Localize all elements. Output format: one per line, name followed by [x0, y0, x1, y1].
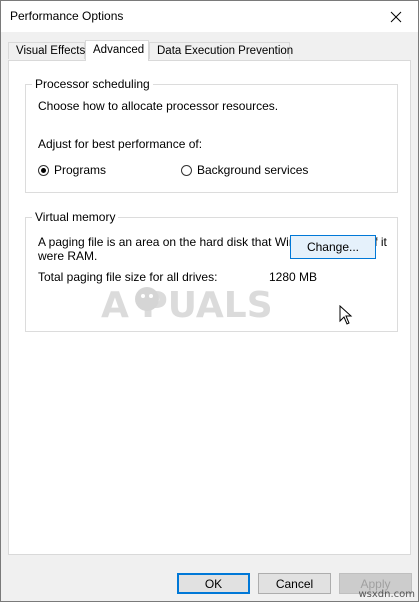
processor-scheduling-legend: Processor scheduling: [32, 77, 153, 91]
close-icon: [390, 11, 402, 22]
change-button[interactable]: Change...: [290, 235, 376, 259]
close-button[interactable]: [374, 1, 418, 32]
virtual-memory-legend: Virtual memory: [32, 210, 119, 224]
virtual-memory-description-line2: were RAM.: [38, 249, 98, 263]
cancel-button[interactable]: Cancel: [258, 573, 331, 594]
processor-description: Choose how to allocate processor resourc…: [38, 99, 279, 113]
tab-advanced[interactable]: Advanced: [85, 40, 149, 61]
radio-background-services-circle[interactable]: [181, 164, 192, 176]
ok-button[interactable]: OK: [177, 573, 250, 594]
adjust-performance-label: Adjust for best performance of:: [38, 137, 203, 151]
radio-background-services-label: Background services: [197, 163, 309, 177]
appuals-watermark-text: A PUALS: [101, 285, 273, 326]
radio-programs-circle[interactable]: [38, 164, 49, 176]
appuals-watermark-logo: A PUALS: [101, 285, 273, 326]
tab-visual-effects[interactable]: Visual Effects: [8, 42, 85, 59]
performance-options-window: Performance Options Visual Effects Advan…: [0, 0, 419, 602]
title-bar[interactable]: Performance Options: [1, 1, 418, 32]
window-title: Performance Options: [10, 9, 124, 23]
radio-programs-label: Programs: [54, 163, 107, 177]
tab-data-execution-prevention[interactable]: Data Execution Prevention: [149, 42, 293, 59]
site-watermark: wsxdn.com: [358, 589, 415, 600]
radio-background-services[interactable]: Background services: [181, 163, 308, 177]
radio-selected-dot: [41, 167, 46, 173]
radio-programs[interactable]: Programs: [38, 163, 106, 177]
mouse-pointer-icon: [339, 305, 353, 325]
processor-scheduling-group: Processor scheduling Choose how to alloc…: [25, 77, 398, 193]
